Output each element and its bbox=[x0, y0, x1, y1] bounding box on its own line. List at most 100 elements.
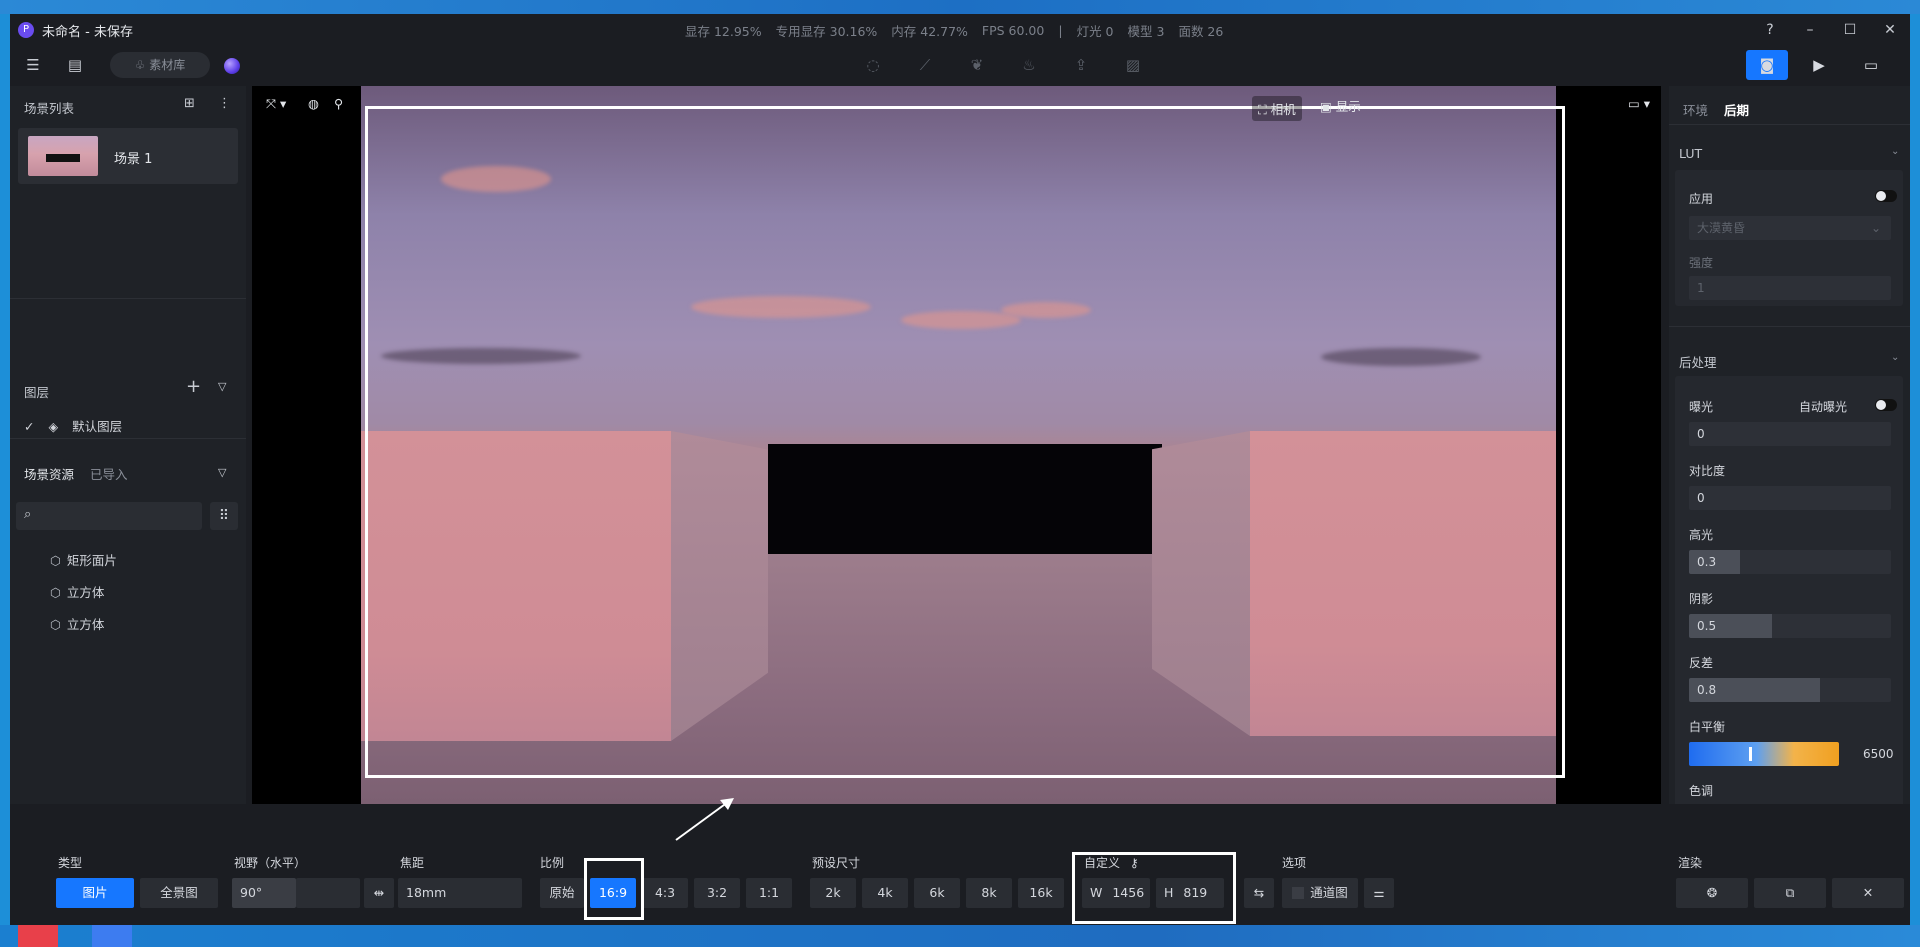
channel-map-checkbox[interactable]: 通道图 bbox=[1282, 878, 1358, 908]
exposure-input[interactable]: 0 bbox=[1689, 422, 1891, 446]
apply-lut-toggle[interactable] bbox=[1875, 190, 1897, 202]
post-section-title[interactable]: 后处理 bbox=[1679, 352, 1717, 371]
transform-tool-icon[interactable]: ⤧ ▾ bbox=[266, 96, 286, 112]
globe-icon[interactable]: ◍ bbox=[308, 96, 319, 111]
layer-filter-icon[interactable]: ▽ bbox=[218, 380, 226, 393]
close-window-button[interactable]: ✕ bbox=[1870, 14, 1910, 46]
link-icon[interactable]: ⚲ bbox=[334, 96, 343, 111]
add-layer-icon[interactable]: + bbox=[186, 376, 201, 397]
asset-filter-icon[interactable]: ▽ bbox=[218, 466, 226, 479]
layout-dropdown[interactable]: ▭ ▾ bbox=[1628, 96, 1650, 111]
contrast-input[interactable]: 0 bbox=[1689, 486, 1891, 510]
ratio-1-1-button[interactable]: 1:1 bbox=[746, 878, 792, 908]
type-label: 类型 bbox=[58, 856, 83, 870]
swap-dimensions-button[interactable]: ⇆ bbox=[1244, 878, 1274, 908]
texture-icon[interactable]: ▨ bbox=[1120, 52, 1146, 78]
video-camera-icon: ▶ bbox=[1813, 56, 1825, 74]
intensity-label: 强度 bbox=[1689, 256, 1714, 270]
stat-separator: | bbox=[1058, 22, 1063, 38]
taskbar-app-icon[interactable] bbox=[18, 925, 58, 947]
preset-8k-button[interactable]: 8k bbox=[966, 878, 1012, 908]
leaf-icon[interactable]: ❦ bbox=[964, 52, 990, 78]
tab-environment[interactable]: 环境 bbox=[1683, 100, 1708, 119]
ratio-4-3-button[interactable]: 4:3 bbox=[642, 878, 688, 908]
more-options-icon[interactable]: ⋮ bbox=[218, 96, 231, 111]
chevron-down-icon[interactable]: ⌄ bbox=[1891, 146, 1899, 157]
slider-handle[interactable] bbox=[1749, 747, 1752, 761]
preset-6k-button[interactable]: 6k bbox=[914, 878, 960, 908]
highlight-slider[interactable]: 0.3 bbox=[1689, 550, 1891, 574]
camera-view-button[interactable]: ⛶ 相机 bbox=[1252, 96, 1302, 121]
center-toolset: ◌ ⟋ ❦ ♨ ⇪ ▨ bbox=[860, 52, 1146, 78]
library-label: 素材库 bbox=[149, 58, 186, 72]
flare-label: 反差 bbox=[1689, 656, 1714, 670]
fov-lock-icon[interactable]: ⇹ bbox=[364, 878, 394, 908]
frame-guide-highlight bbox=[365, 106, 1565, 778]
intensity-input[interactable]: 1 bbox=[1689, 276, 1891, 300]
channel-label: 通道图 bbox=[1310, 885, 1348, 900]
taskbar-app-icon[interactable] bbox=[92, 925, 132, 947]
asset-search-input[interactable]: ⌕ bbox=[16, 502, 202, 530]
material-library-button[interactable]: ♧ 素材库 bbox=[110, 52, 210, 78]
shadow-slider[interactable]: 0.5 bbox=[1689, 614, 1891, 638]
asset-item[interactable]: ⬡ 立方体 bbox=[50, 614, 104, 633]
3d-viewport[interactable]: ⤧ ▾ ◍ ⚲ ⛶ 相机 ▣ 显示 ▭ ▾ bbox=[252, 86, 1661, 804]
options-settings-button[interactable]: ⚌ bbox=[1364, 878, 1394, 908]
export-icon[interactable]: ⇪ bbox=[1068, 52, 1094, 78]
grid-icon: ⠿ bbox=[218, 508, 230, 524]
lut-section-title[interactable]: LUT bbox=[1679, 146, 1702, 161]
maximize-button[interactable]: ☐ bbox=[1830, 14, 1870, 46]
ratio-original-button[interactable]: 原始 bbox=[540, 878, 584, 908]
stat-lights: 灯光 0 bbox=[1076, 23, 1114, 39]
flare-slider[interactable]: 0.8 bbox=[1689, 678, 1891, 702]
add-scene-icon[interactable]: ⊞ bbox=[184, 96, 195, 111]
ai-orb-icon[interactable] bbox=[224, 58, 240, 74]
output-tray-button[interactable]: ▭ bbox=[1850, 50, 1892, 80]
light-bulb-icon[interactable]: ◌ bbox=[860, 52, 886, 78]
video-mode-button[interactable]: ▶ bbox=[1798, 50, 1840, 80]
fov-input[interactable]: 90° bbox=[232, 878, 296, 908]
layers-title: 图层 bbox=[24, 385, 50, 400]
display-button[interactable]: ▣ 显示 bbox=[1320, 96, 1361, 115]
title-bar: P 未命名 - 未保存 显存 12.95% 专用显存 30.16% 内存 42.… bbox=[10, 14, 1910, 46]
help-icon[interactable]: ? bbox=[1750, 14, 1790, 46]
close-render-button[interactable]: ✕ bbox=[1832, 878, 1904, 908]
fire-icon[interactable]: ♨ bbox=[1016, 52, 1042, 78]
minimize-button[interactable]: – bbox=[1790, 14, 1830, 46]
menu-icon[interactable]: ☰ bbox=[20, 52, 46, 78]
photo-mode-button[interactable]: ◙ bbox=[1746, 50, 1788, 80]
annotation-arrow bbox=[675, 798, 734, 841]
type-photo-button[interactable]: 图片 bbox=[56, 878, 134, 908]
asset-item[interactable]: ⬡ 立方体 bbox=[50, 582, 104, 601]
auto-exposure-toggle[interactable] bbox=[1875, 399, 1897, 411]
asset-label: 立方体 bbox=[66, 585, 105, 600]
checkbox-box bbox=[1292, 887, 1305, 899]
render-aperture-button[interactable]: ❂ bbox=[1676, 878, 1748, 908]
window-controls: ? – ☐ ✕ bbox=[1750, 14, 1910, 46]
shadow-label: 阴影 bbox=[1689, 592, 1714, 606]
desktop-taskbar-strip bbox=[0, 925, 1920, 947]
file-icon[interactable]: ▤ bbox=[62, 52, 88, 78]
path-icon[interactable]: ⟋ bbox=[912, 52, 938, 78]
tab-imported[interactable]: 已导入 bbox=[90, 464, 128, 483]
preset-2k-button[interactable]: 2k bbox=[810, 878, 856, 908]
render-queue-button[interactable]: ⧉ bbox=[1754, 878, 1826, 908]
preset-4k-button[interactable]: 4k bbox=[862, 878, 908, 908]
ratio-highlight-box bbox=[584, 858, 644, 920]
grid-view-button[interactable]: ⠿ bbox=[210, 502, 238, 530]
type-panorama-button[interactable]: 全景图 bbox=[140, 878, 218, 908]
chevron-down-icon[interactable]: ⌄ bbox=[1891, 352, 1899, 363]
asset-item[interactable]: ⬡ 矩形面片 bbox=[50, 550, 117, 569]
focal-input[interactable]: 18mm bbox=[398, 878, 522, 908]
white-balance-slider[interactable] bbox=[1689, 742, 1839, 766]
tab-post[interactable]: 后期 bbox=[1724, 100, 1749, 119]
app-window: P 未命名 - 未保存 显存 12.95% 专用显存 30.16% 内存 42.… bbox=[10, 14, 1910, 926]
lut-preset-select[interactable]: 大漠黄昏 ⌄ bbox=[1689, 216, 1891, 240]
fov-slider[interactable] bbox=[296, 878, 360, 908]
ratio-3-2-button[interactable]: 3:2 bbox=[694, 878, 740, 908]
layer-item-default[interactable]: ✓ ◈ 默认图层 bbox=[24, 416, 122, 435]
cube-icon: ⬡ bbox=[50, 617, 61, 632]
cube-icon: ⬡ bbox=[50, 553, 61, 568]
preset-16k-button[interactable]: 16k bbox=[1018, 878, 1064, 908]
tab-scene-assets[interactable]: 场景资源 bbox=[24, 464, 74, 483]
